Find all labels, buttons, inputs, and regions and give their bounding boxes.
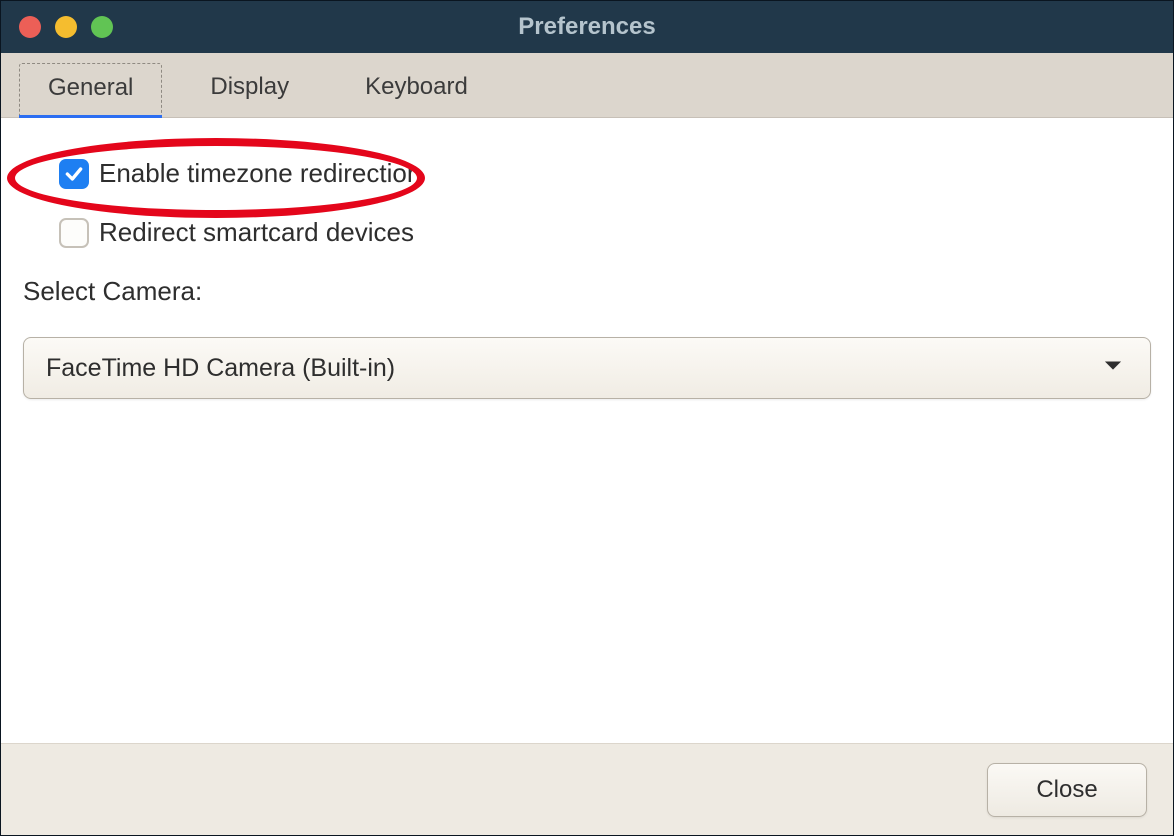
content-area: Enable timezone redirection Redirect sma…	[1, 118, 1173, 743]
check-icon	[64, 164, 84, 184]
tab-general[interactable]: General	[19, 63, 162, 117]
close-window-button[interactable]	[19, 16, 41, 38]
select-camera-label: Select Camera:	[23, 276, 1151, 307]
footer: Close	[1, 743, 1173, 835]
minimize-window-button[interactable]	[55, 16, 77, 38]
tab-general-label: General	[48, 74, 133, 101]
enable-timezone-label: Enable timezone redirection	[99, 158, 421, 189]
camera-select[interactable]: FaceTime HD Camera (Built-in)	[23, 337, 1151, 399]
enable-timezone-checkbox[interactable]	[59, 159, 89, 189]
window-title: Preferences	[1, 13, 1173, 41]
traffic-lights	[19, 16, 113, 38]
camera-select-value: FaceTime HD Camera (Built-in)	[46, 354, 395, 383]
redirect-smartcard-label: Redirect smartcard devices	[99, 217, 414, 248]
close-button-label: Close	[1036, 776, 1097, 803]
redirect-smartcard-row: Redirect smartcard devices	[59, 217, 1151, 248]
tab-display-label: Display	[210, 73, 289, 100]
tab-keyboard[interactable]: Keyboard	[337, 63, 496, 117]
tab-display[interactable]: Display	[182, 63, 317, 117]
chevron-down-icon	[1104, 359, 1122, 377]
enable-timezone-row: Enable timezone redirection	[59, 158, 1151, 189]
maximize-window-button[interactable]	[91, 16, 113, 38]
tab-keyboard-label: Keyboard	[365, 73, 468, 100]
tab-bar: General Display Keyboard	[1, 53, 1173, 118]
titlebar: Preferences	[1, 1, 1173, 53]
redirect-smartcard-checkbox[interactable]	[59, 218, 89, 248]
preferences-window: Preferences General Display Keyboard Ena…	[0, 0, 1174, 836]
close-button[interactable]: Close	[987, 763, 1147, 817]
